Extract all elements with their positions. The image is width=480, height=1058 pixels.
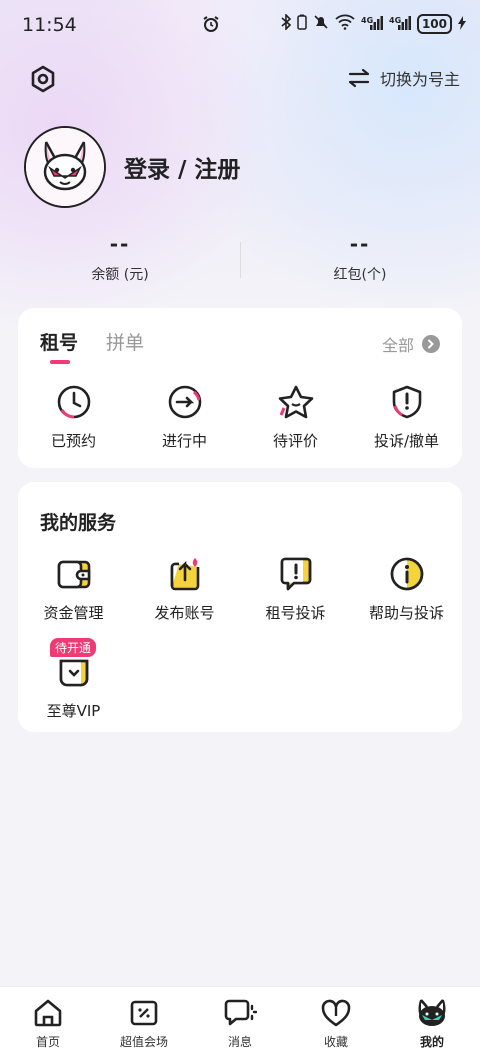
service-label: 租号投诉 <box>265 604 326 622</box>
tab-rent[interactable]: 租号 <box>40 328 78 364</box>
balance-value: -- <box>109 232 131 256</box>
order-status-grid: 已预约 进行中 待评价 投诉/撤单 <box>18 382 462 451</box>
red-packet-stat[interactable]: -- 红包(个) <box>240 232 480 292</box>
balance-label: 余额 (元) <box>91 267 149 283</box>
wallet-icon <box>18 554 129 594</box>
order-status-reserved[interactable]: 已预约 <box>18 382 129 451</box>
complaint-icon <box>240 554 351 594</box>
nav-deals[interactable]: 超值会场 <box>96 987 192 1058</box>
services-grid: 资金管理 发布账号 租号投诉 帮助与投诉 <box>18 554 462 623</box>
tab-group-buy[interactable]: 拼单 <box>106 328 144 355</box>
chevron-right-icon <box>422 335 440 353</box>
order-status-label: 进行中 <box>161 432 207 450</box>
status-time: 11:54 <box>22 14 77 36</box>
order-status-label: 投诉/撤单 <box>373 432 440 450</box>
shield-alert-icon <box>351 382 462 422</box>
vip-icon <box>18 652 129 692</box>
services-title: 我的服务 <box>40 512 117 534</box>
nav-messages[interactable]: 消息 <box>192 987 288 1058</box>
mute-icon <box>313 14 329 34</box>
service-help[interactable]: 帮助与投诉 <box>351 554 462 623</box>
nav-favorites[interactable]: 收藏 <box>288 987 384 1058</box>
services-card: 我的服务 资金管理 发布账号 租号投诉 帮助与投诉 待开通 至尊VIP <box>18 482 462 732</box>
nav-label: 消息 <box>227 1035 252 1049</box>
service-label: 至尊VIP <box>46 702 101 720</box>
wifi-icon <box>335 14 355 34</box>
login-register-link[interactable]: 登录 / 注册 <box>124 150 240 184</box>
service-label: 帮助与投诉 <box>368 604 444 622</box>
all-orders-link[interactable]: 全部 <box>382 332 440 356</box>
signal-4g-icon: 4G <box>389 15 411 34</box>
order-status-label: 已预约 <box>50 432 96 450</box>
star-icon <box>240 382 351 422</box>
switch-role-button[interactable]: 切换为号主 <box>348 66 460 90</box>
ticket-icon <box>96 997 192 1029</box>
avatar[interactable] <box>24 126 106 208</box>
switch-role-label: 切换为号主 <box>379 70 460 89</box>
service-publish-account[interactable]: 发布账号 <box>129 554 240 623</box>
nav-home[interactable]: 首页 <box>0 987 96 1058</box>
info-icon <box>351 554 462 594</box>
svg-text:4G: 4G <box>389 16 401 25</box>
nav-label: 首页 <box>35 1035 60 1049</box>
profile-section: 登录 / 注册 <box>24 126 240 208</box>
nav-label: 收藏 <box>323 1035 348 1049</box>
service-label: 资金管理 <box>43 604 104 622</box>
battery-level: 100 <box>416 14 452 34</box>
service-rent-complaint[interactable]: 租号投诉 <box>240 554 351 623</box>
service-funds[interactable]: 资金管理 <box>18 554 129 623</box>
svg-text:4G: 4G <box>361 16 373 25</box>
alarm-icon <box>202 15 220 37</box>
balance-stat[interactable]: -- 余额 (元) <box>0 232 240 292</box>
status-icons: 4G 4G 100 <box>281 13 466 34</box>
battery-saver-icon <box>297 14 307 34</box>
orders-card: 租号 拼单 全部 已预约 进行中 待评价 投诉/撤单 <box>18 308 462 468</box>
order-tabs: 租号 拼单 <box>40 328 144 364</box>
red-packet-value: -- <box>349 232 371 256</box>
in-progress-icon <box>129 382 240 422</box>
order-status-to-review[interactable]: 待评价 <box>240 382 351 451</box>
message-icon <box>192 997 288 1029</box>
mine-icon <box>384 997 480 1029</box>
vip-status-badge: 待开通 <box>50 638 97 657</box>
publish-icon <box>129 554 240 594</box>
order-status-in-progress[interactable]: 进行中 <box>129 382 240 451</box>
nav-label: 超值会场 <box>119 1035 168 1049</box>
order-status-label: 待评价 <box>272 432 318 450</box>
service-vip[interactable]: 待开通 至尊VIP <box>18 638 129 721</box>
bluetooth-icon <box>281 13 292 34</box>
clock-icon <box>18 382 129 422</box>
all-orders-label: 全部 <box>381 336 414 355</box>
charging-icon <box>458 15 466 34</box>
signal-4g-icon: 4G <box>361 15 383 34</box>
settings-icon[interactable] <box>28 64 58 94</box>
nav-label: 我的 <box>419 1035 444 1049</box>
top-row: 切换为号主 <box>28 62 468 96</box>
service-label: 发布账号 <box>154 604 215 622</box>
nav-mine[interactable]: 我的 <box>384 987 480 1058</box>
bottom-nav: 首页 超值会场 消息 收藏 我的 <box>0 986 480 1058</box>
heart-icon <box>288 997 384 1029</box>
switch-arrows-icon <box>348 68 370 88</box>
order-status-complaint[interactable]: 投诉/撤单 <box>351 382 462 451</box>
red-packet-label: 红包(个) <box>333 267 387 283</box>
account-stats: -- 余额 (元) -- 红包(个) <box>0 232 480 292</box>
stats-divider <box>240 242 241 278</box>
home-icon <box>0 997 96 1029</box>
